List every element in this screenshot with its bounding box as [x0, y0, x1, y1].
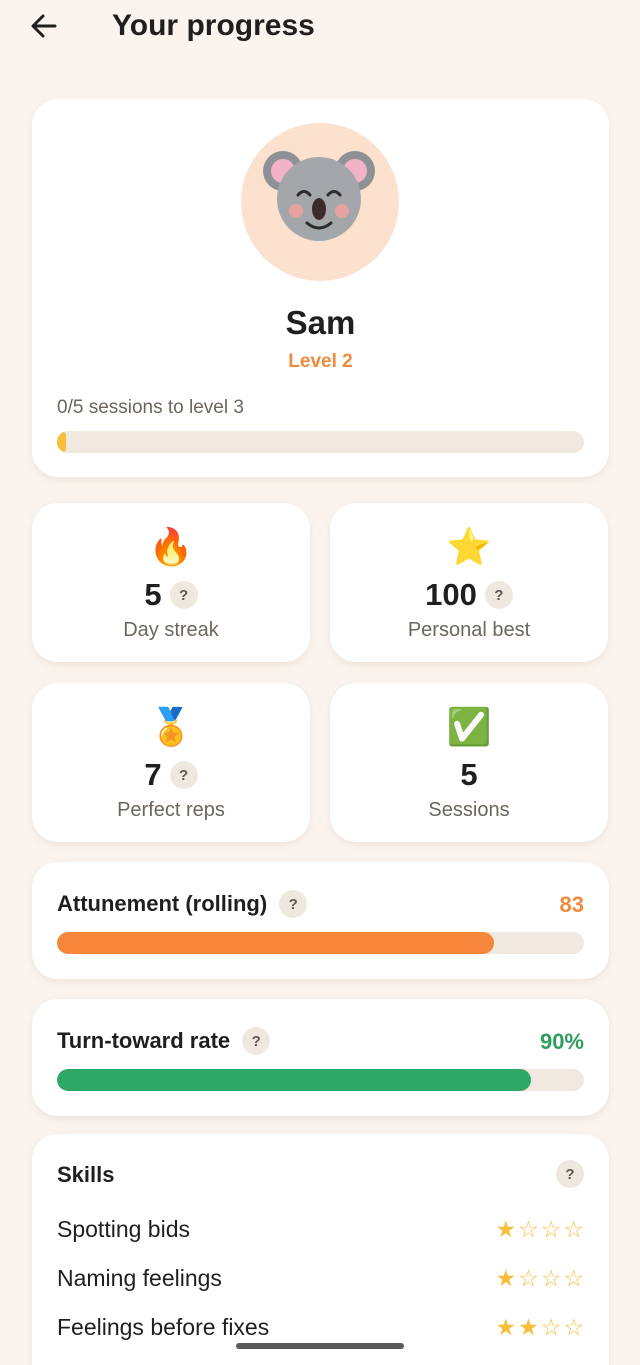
skill-row: Naming feelings ★ ☆ ☆ ☆ [57, 1261, 584, 1295]
stat-card-personal-best: ⭐ 100 ? Personal best [330, 503, 608, 662]
attunement-bar [57, 932, 584, 954]
stat-value: 5 [144, 577, 162, 612]
star-outline-icon: ☆ [563, 1264, 584, 1291]
skill-name: Naming feelings [57, 1264, 222, 1291]
turn-toward-bar [57, 1069, 584, 1091]
turn-toward-value: 90% [539, 1029, 584, 1054]
star-outline-icon: ☆ [540, 1264, 562, 1291]
turn-toward-bar-fill [57, 1069, 532, 1091]
help-icon[interactable]: ? [169, 581, 198, 609]
turn-toward-label: Turn-toward rate [57, 1028, 231, 1053]
help-icon[interactable]: ? [556, 1160, 584, 1188]
attunement-card: Attunement (rolling) ? 83 [32, 862, 609, 979]
star-filled-icon: ★ [495, 1264, 517, 1291]
home-indicator [236, 1343, 404, 1349]
fire-icon: 🔥 [148, 526, 194, 567]
user-name: Sam [285, 304, 356, 341]
app-header: Your progress [0, 0, 640, 60]
star-outline-icon: ☆ [540, 1215, 562, 1242]
attunement-label: Attunement (rolling) [57, 891, 268, 916]
star-outline-icon: ☆ [518, 1264, 539, 1291]
turn-toward-card: Turn-toward rate ? 90% [32, 999, 609, 1116]
star-outline-icon: ☆ [563, 1313, 584, 1340]
check-mark-icon: ✅ [446, 706, 492, 747]
level-progress-text: 0/5 sessions to level 3 [57, 397, 244, 418]
help-icon[interactable]: ? [279, 890, 308, 918]
attunement-bar-fill [57, 932, 495, 954]
back-button[interactable] [26, 8, 62, 44]
level-progress-bar [57, 431, 584, 453]
koala-avatar-icon [263, 151, 375, 241]
level-progress-fill [57, 431, 66, 453]
help-icon[interactable]: ? [242, 1027, 271, 1055]
star-icon: ⭐ [446, 526, 492, 567]
stat-card-day-streak: 🔥 5 ? Day streak [32, 503, 310, 662]
skill-name: Feelings before fixes [57, 1313, 270, 1340]
stat-label: Perfect reps [117, 799, 225, 821]
profile-card: Sam Level 2 0/5 sessions to level 3 [32, 99, 609, 477]
stat-value: 100 [425, 577, 477, 612]
star-filled-icon: ★ [495, 1215, 517, 1242]
arrow-left-icon [31, 14, 57, 38]
avatar[interactable] [241, 123, 399, 281]
stat-card-perfect-reps: 🏅 7 ? Perfect reps [32, 683, 310, 842]
stat-label: Personal best [407, 619, 531, 641]
help-icon[interactable]: ? [484, 581, 513, 609]
skill-stars: ★ ★ ☆ ☆ [496, 1314, 585, 1341]
medal-icon: 🏅 [148, 706, 194, 747]
star-filled-icon: ★ [495, 1313, 517, 1340]
stat-value: 5 [460, 757, 478, 792]
skills-card: Skills ? Spotting bids ★ ☆ ☆ ☆ Naming feeli… [32, 1134, 609, 1365]
attunement-value: 83 [559, 892, 584, 917]
skill-stars: ★ ☆ ☆ ☆ [496, 1216, 585, 1243]
star-filled-icon: ★ [518, 1313, 539, 1340]
star-outline-icon: ☆ [540, 1313, 562, 1340]
stat-label: Day streak [123, 619, 219, 641]
skill-row: Feelings before fixes ★ ★ ☆ ☆ [57, 1310, 584, 1344]
skills-title: Skills [57, 1162, 115, 1187]
stat-label: Sessions [428, 799, 510, 821]
help-icon[interactable]: ? [169, 761, 198, 789]
stat-value: 7 [144, 757, 162, 792]
star-outline-icon: ☆ [563, 1215, 584, 1242]
stat-card-sessions: ✅ 5 Sessions [330, 683, 608, 842]
page-title: Your progress [112, 9, 315, 42]
star-outline-icon: ☆ [518, 1215, 539, 1242]
skill-name: Spotting bids [57, 1215, 190, 1242]
level-label: Level 2 [288, 351, 353, 372]
skill-row: Spotting bids ★ ☆ ☆ ☆ [57, 1212, 584, 1246]
skill-stars: ★ ☆ ☆ ☆ [496, 1265, 585, 1292]
